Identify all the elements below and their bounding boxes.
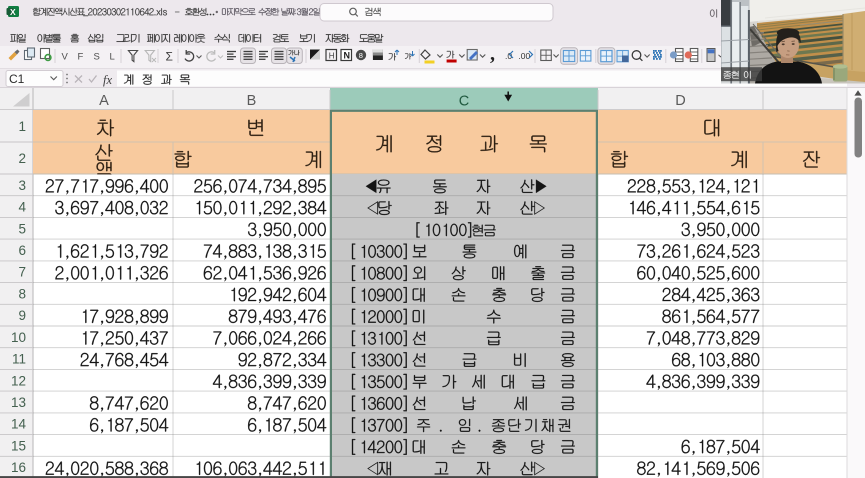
svg-text:H: H [329, 52, 335, 61]
svg-text:4: 4 [18, 200, 26, 215]
svg-text:S: S [94, 52, 100, 63]
svg-text:6: 6 [18, 243, 26, 258]
svg-text:D: D [675, 93, 685, 109]
svg-text:15: 15 [11, 438, 26, 453]
svg-text:1: 1 [18, 119, 26, 134]
svg-text:Σ: Σ [166, 50, 173, 64]
svg-text:,: , [490, 43, 495, 65]
svg-text:fx: fx [103, 73, 112, 87]
svg-text:N: N [344, 51, 351, 61]
svg-text:9: 9 [18, 308, 26, 323]
svg-text:5: 5 [18, 221, 26, 236]
svg-text:12: 12 [11, 373, 26, 388]
svg-text:F: F [78, 52, 84, 63]
svg-text:8: 8 [359, 51, 363, 60]
svg-text:A: A [99, 93, 109, 109]
svg-text:11: 11 [12, 352, 26, 367]
svg-text:B: B [247, 93, 257, 109]
svg-text:C1: C1 [9, 72, 25, 86]
svg-text:10: 10 [11, 330, 26, 345]
svg-text:16: 16 [11, 460, 26, 475]
svg-text:X: X [10, 7, 16, 17]
svg-text:13: 13 [11, 395, 26, 410]
svg-text:L: L [110, 52, 115, 63]
svg-text:2: 2 [18, 151, 26, 166]
svg-text:7: 7 [18, 265, 26, 280]
svg-text:C: C [459, 94, 469, 110]
svg-text:8: 8 [18, 286, 26, 301]
svg-text:.00: .00 [518, 51, 530, 61]
svg-text:14: 14 [11, 417, 27, 432]
svg-text:3: 3 [18, 178, 26, 193]
svg-text:V: V [62, 52, 69, 63]
